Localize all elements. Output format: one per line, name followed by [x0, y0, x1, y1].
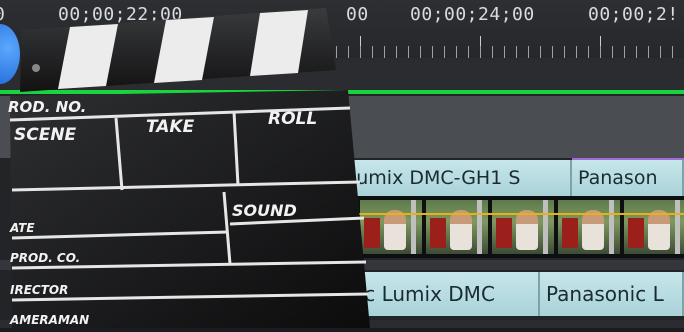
clip-title: Panasonic L: [546, 282, 664, 306]
timecode-label: 00;00;2!: [588, 4, 679, 25]
video-thumbnail: [426, 200, 488, 254]
prod-co-label: PROD. CO.: [10, 251, 80, 265]
date-label: ATE: [9, 221, 35, 235]
director-label: IRECTOR: [10, 283, 68, 297]
video-thumbnail: [492, 200, 554, 254]
audio-clip[interactable]: Panasonic L: [540, 272, 684, 316]
video-thumbnail: [624, 200, 684, 254]
timecode-label: 00;00;24;00: [410, 4, 535, 25]
clip-thumbnails[interactable]: [340, 196, 684, 258]
scene-label: SCENE: [14, 125, 77, 145]
cameraman-label: AMERAMAN: [9, 313, 89, 327]
playhead-line: [340, 213, 684, 215]
video-thumbnail: [558, 200, 620, 254]
clapperboard-icon: ROD. NO. SCENE TAKE ROLL SOUND ATE PROD.…: [8, 8, 370, 328]
prod-no-label: ROD. NO.: [8, 98, 86, 116]
clapperboard-image: ROD. NO. SCENE TAKE ROLL SOUND ATE PROD.…: [0, 0, 370, 328]
video-clip[interactable]: Panason: [572, 160, 684, 196]
take-label: TAKE: [146, 117, 195, 137]
sound-label: SOUND: [232, 201, 297, 220]
roll-label: ROLL: [268, 109, 317, 129]
video-clip[interactable]: Lumix DMC-GH1 S: [340, 160, 572, 196]
audio-clip[interactable]: nic Lumix DMC: [340, 272, 540, 316]
clip-title: Lumix DMC-GH1 S: [346, 167, 521, 189]
clip-title: Panason: [578, 167, 658, 189]
